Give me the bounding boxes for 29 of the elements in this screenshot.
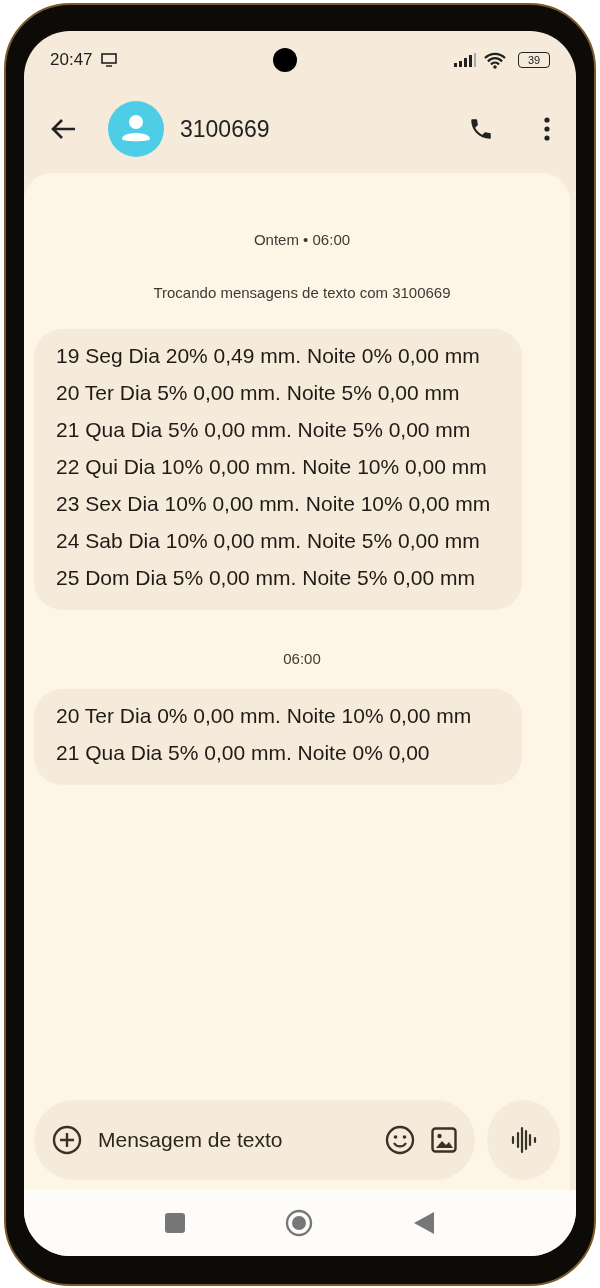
- message-input[interactable]: Mensagem de texto: [98, 1128, 369, 1152]
- waveform-icon: [510, 1126, 537, 1154]
- camera-hole: [273, 48, 298, 72]
- battery-icon: 39: [518, 52, 550, 68]
- timestamp: Ontem • 06:00: [252, 231, 352, 248]
- message-line: 23 Sex Dia 10% 0,00 mm. Noite 10% 0,00 mm: [56, 491, 492, 517]
- emoji-icon[interactable]: [385, 1125, 415, 1155]
- add-icon[interactable]: [52, 1125, 82, 1155]
- image-icon[interactable]: [431, 1127, 457, 1153]
- message-line: 20 Ter Dia 5% 0,00 mm. Noite 5% 0,00 mm: [56, 380, 461, 406]
- message-line: 19 Seg Dia 20% 0,49 mm. Noite 0% 0,00 mm: [56, 343, 481, 369]
- wifi-icon: [484, 51, 506, 69]
- signal-icon: [454, 53, 476, 67]
- back-button[interactable]: [413, 1211, 435, 1235]
- status-time: 20:47: [50, 50, 93, 70]
- message-line: 21 Qua Dia 5% 0,00 mm. Noite 0% 0,00: [56, 740, 431, 766]
- home-button[interactable]: [285, 1209, 313, 1237]
- message-line: 20 Ter Dia 0% 0,00 mm. Noite 10% 0,00 mm: [56, 703, 473, 729]
- message-line: 21 Qua Dia 5% 0,00 mm. Noite 5% 0,00 mm: [56, 417, 472, 443]
- screen-cast-icon: [100, 53, 117, 67]
- back-arrow-icon[interactable]: [50, 118, 76, 140]
- message-line: 25 Dom Dia 5% 0,00 mm. Noite 5% 0,00 mm: [56, 565, 476, 591]
- timestamp: 06:00: [282, 650, 322, 667]
- more-options-icon[interactable]: [544, 117, 550, 141]
- message-line: 22 Qui Dia 10% 0,00 mm. Noite 10% 0,00 mm: [56, 454, 488, 480]
- phone-icon[interactable]: [468, 116, 494, 142]
- message-line: 24 Sab Dia 10% 0,00 mm. Noite 5% 0,00 mm: [56, 528, 481, 554]
- conversation-info: Trocando mensagens de texto com 3100669: [152, 284, 452, 301]
- contact-name: 3100669: [180, 115, 270, 143]
